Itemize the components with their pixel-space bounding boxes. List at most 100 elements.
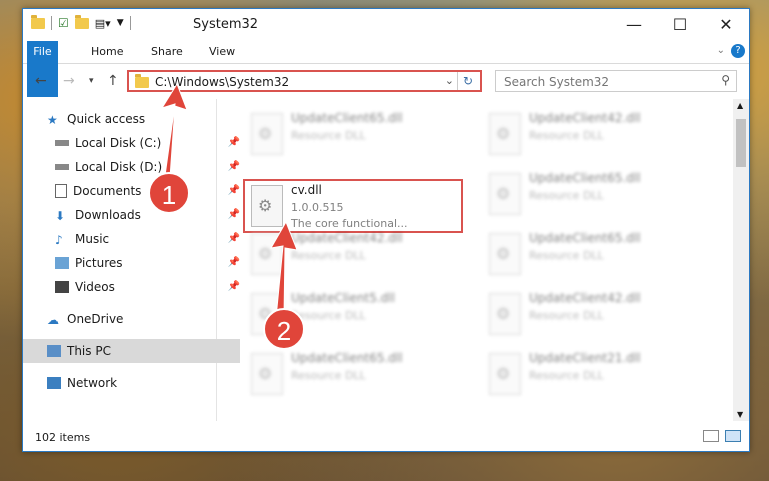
vertical-scrollbar[interactable]: ▲ ▼ — [733, 99, 749, 421]
scrollbar-thumb[interactable] — [736, 119, 746, 167]
file-name: UpdateClient65.dll — [291, 111, 403, 125]
scroll-down-icon[interactable]: ▼ — [737, 410, 743, 419]
minimize-button[interactable]: — — [611, 9, 657, 39]
address-bar[interactable]: C:\Windows\System32 ⌄ ↻ — [127, 70, 482, 92]
nav-local-disk-c[interactable]: Local Disk (C:) 📌 — [23, 131, 248, 155]
star-icon: ★ — [47, 113, 58, 127]
nav-documents[interactable]: Documents 📌 — [23, 179, 248, 203]
search-box[interactable]: ⚲ — [495, 70, 737, 92]
file-name: UpdateClient42.dll — [529, 111, 641, 125]
nav-onedrive[interactable]: ☁ OneDrive — [23, 307, 240, 331]
file-description: Resource DLL — [529, 249, 604, 262]
file-description: Resource DLL — [529, 309, 604, 322]
file-name: UpdateClient21.dll — [529, 351, 641, 365]
file-item[interactable]: UpdateClient65.dll Resource DLL — [243, 107, 463, 163]
close-button[interactable]: ✕ — [703, 9, 749, 39]
item-count: 102 items — [35, 431, 91, 444]
file-item[interactable]: UpdateClient65.dll Resource DLL — [481, 227, 701, 283]
maximize-button[interactable]: ☐ — [657, 9, 703, 39]
highlight-box — [243, 179, 463, 233]
music-icon: ♪ — [55, 233, 63, 247]
tab-home[interactable]: Home — [79, 41, 135, 63]
nav-quick-access[interactable]: ★ Quick access — [23, 107, 240, 131]
file-item[interactable]: UpdateClient42.dll Resource DLL — [481, 107, 701, 163]
divider — [129, 16, 131, 30]
file-description: Resource DLL — [291, 249, 366, 262]
forward-arrow-icon[interactable]: → — [63, 73, 75, 89]
nav-label: Pictures — [75, 256, 123, 270]
recent-locations-icon[interactable]: ▾ — [89, 76, 94, 86]
dll-file-icon — [251, 353, 283, 395]
nav-label: Local Disk (C:) — [75, 136, 162, 150]
ribbon-tabs: File Home Share View ⌄ ? — [23, 41, 749, 97]
nav-label: Local Disk (D:) — [75, 160, 163, 174]
nav-downloads[interactable]: ⬇ Downloads 📌 — [23, 203, 248, 227]
file-item[interactable]: UpdateClient65.dll Resource DLL — [481, 167, 701, 223]
step-badge-1: 1 — [148, 172, 190, 214]
chevron-down-icon[interactable]: ⌄ — [445, 74, 454, 87]
scroll-up-icon[interactable]: ▲ — [737, 101, 743, 110]
file-description: Resource DLL — [291, 129, 366, 142]
dll-file-icon — [489, 113, 521, 155]
dll-file-icon — [251, 113, 283, 155]
file-item[interactable]: UpdateClient42.dll Resource DLL — [481, 287, 701, 343]
document-icon — [55, 184, 67, 198]
help-icon[interactable]: ? — [731, 44, 745, 58]
navigation-pane: ★ Quick access Local Disk (C:) 📌 Local D… — [23, 99, 240, 421]
nav-network[interactable]: Network — [23, 371, 240, 395]
nav-music[interactable]: ♪ Music 📌 — [23, 227, 248, 251]
divider — [51, 16, 52, 30]
network-icon — [47, 377, 61, 389]
tab-view[interactable]: View — [197, 41, 247, 63]
drive-icon — [55, 140, 69, 146]
file-list: UpdateClient65.dll Resource DLL UpdateCl… — [217, 99, 733, 421]
address-path: C:\Windows\System32 — [155, 75, 290, 89]
nav-this-pc[interactable]: This PC — [23, 339, 240, 363]
nav-pictures[interactable]: Pictures 📌 — [23, 251, 248, 275]
tiles-view-icon[interactable] — [725, 430, 741, 442]
nav-label: Downloads — [75, 208, 141, 222]
search-input[interactable] — [502, 72, 706, 92]
nav-label: OneDrive — [67, 312, 124, 326]
back-arrow-icon[interactable]: ← — [35, 73, 47, 89]
file-item[interactable]: UpdateClient21.dll Resource DLL — [481, 347, 701, 403]
file-description: Resource DLL — [291, 369, 366, 382]
title-bar: ☑ ▤▾ ▼ System32 — ☐ ✕ — [23, 9, 749, 41]
file-name: UpdateClient65.dll — [529, 231, 641, 245]
customize-qat-icon[interactable]: ▤▾ — [95, 17, 111, 30]
pictures-icon — [55, 257, 69, 269]
nav-local-disk-d[interactable]: Local Disk (D:) 📌 — [23, 155, 248, 179]
drive-icon — [55, 164, 69, 170]
file-name: UpdateClient42.dll — [529, 291, 641, 305]
folder-icon — [31, 14, 45, 29]
view-switcher — [703, 430, 741, 442]
file-name: UpdateClient65.dll — [291, 351, 403, 365]
file-item[interactable]: UpdateClient42.dll Resource DLL — [243, 227, 463, 283]
details-view-icon[interactable] — [703, 430, 719, 442]
chevron-down-icon[interactable]: ▼ — [117, 18, 124, 28]
nav-label: Music — [75, 232, 110, 246]
computer-icon — [47, 345, 61, 357]
file-description: Resource DLL — [529, 189, 604, 202]
tab-share[interactable]: Share — [139, 41, 195, 63]
refresh-button[interactable]: ↻ — [457, 72, 478, 90]
file-description: Resource DLL — [529, 369, 604, 382]
dll-file-icon — [489, 293, 521, 335]
properties-icon[interactable]: ☑ — [58, 16, 69, 30]
download-icon: ⬇ — [55, 209, 66, 223]
nav-label: Videos — [75, 280, 115, 294]
file-description: Resource DLL — [529, 129, 604, 142]
file-name: UpdateClient42.dll — [291, 231, 403, 245]
up-arrow-icon[interactable]: ↑ — [107, 73, 119, 89]
dll-file-icon — [489, 353, 521, 395]
window-title: System32 — [193, 17, 259, 32]
new-folder-icon[interactable] — [74, 14, 89, 29]
expand-ribbon-icon[interactable]: ⌄ — [717, 45, 725, 56]
step-badge-2: 2 — [263, 308, 305, 350]
nav-label: This PC — [67, 344, 111, 358]
dll-file-icon — [489, 173, 521, 215]
status-bar: 102 items — [23, 423, 749, 449]
folder-icon — [135, 74, 149, 88]
nav-videos[interactable]: Videos 📌 — [23, 275, 248, 299]
file-item[interactable]: UpdateClient65.dll Resource DLL — [243, 347, 463, 403]
